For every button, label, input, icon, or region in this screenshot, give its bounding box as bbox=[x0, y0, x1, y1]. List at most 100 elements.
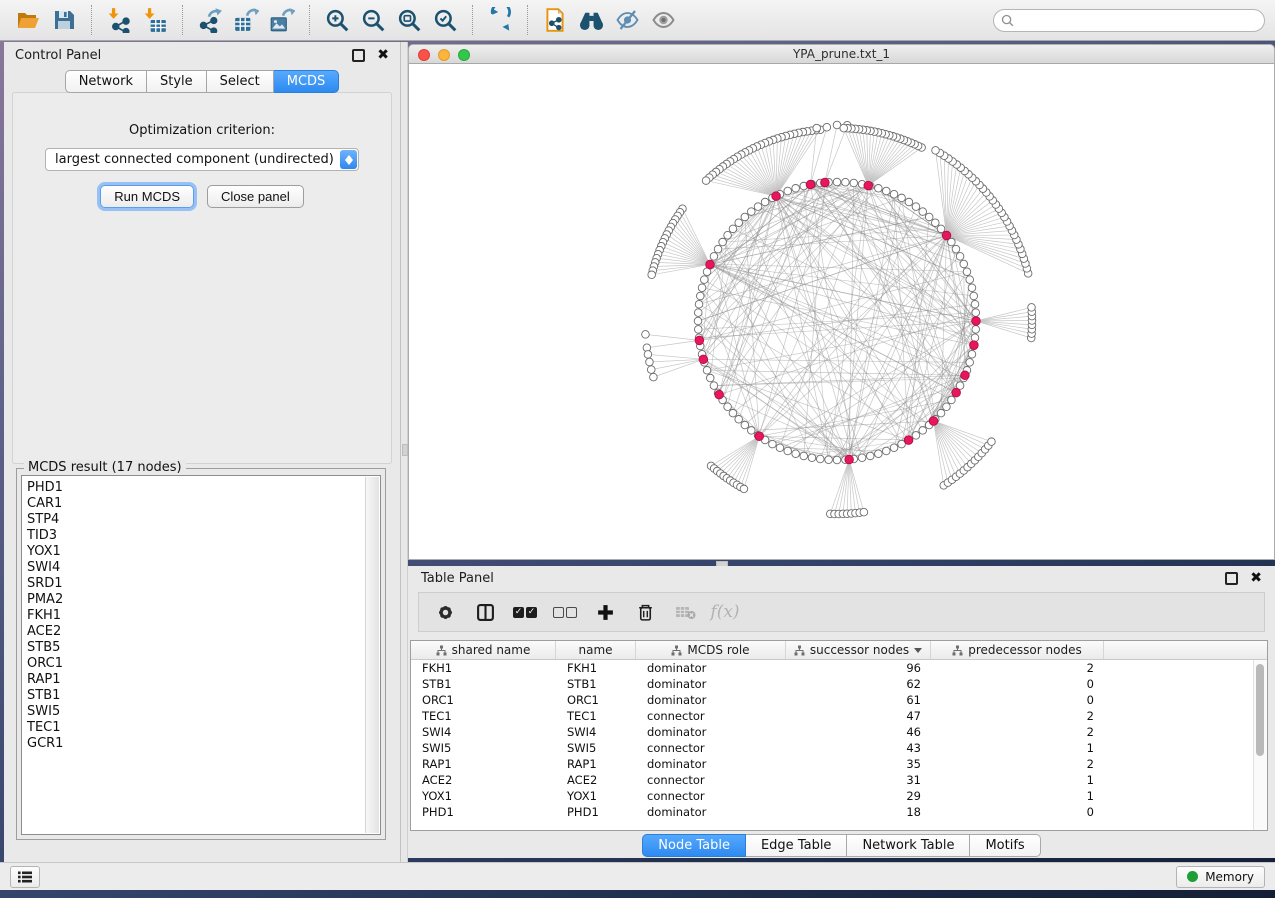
mcds-result-item[interactable]: GCR1 bbox=[27, 736, 380, 752]
table-row[interactable]: STB1STB1dominator620 bbox=[411, 676, 1267, 692]
table-row[interactable]: FKH1FKH1dominator962 bbox=[411, 660, 1267, 676]
mcds-result-item[interactable]: RAP1 bbox=[27, 672, 380, 688]
table-settings-button[interactable] bbox=[425, 596, 465, 628]
table-row[interactable]: PHD1PHD1dominator180 bbox=[411, 804, 1267, 820]
close-panel-button[interactable]: Close panel bbox=[207, 185, 304, 208]
refresh-icon bbox=[487, 7, 513, 33]
table-row[interactable]: YOX1YOX1connector291 bbox=[411, 788, 1267, 804]
create-column-button[interactable] bbox=[585, 596, 625, 628]
table-cell: dominator bbox=[636, 757, 786, 771]
table-cell: TEC1 bbox=[556, 709, 636, 723]
table-row[interactable]: ORC1ORC1dominator610 bbox=[411, 692, 1267, 708]
column-header-successor-nodes[interactable]: successor nodes bbox=[786, 641, 931, 659]
table-cell: SWI5 bbox=[556, 741, 636, 755]
network-from-document-button[interactable] bbox=[537, 4, 573, 36]
mcds-result-item[interactable]: SWI5 bbox=[27, 704, 380, 720]
table-cell: 47 bbox=[786, 709, 931, 723]
table-cell: dominator bbox=[636, 693, 786, 707]
search-input[interactable] bbox=[1019, 12, 1257, 28]
control-panel-title: Control Panel bbox=[15, 48, 101, 63]
save-session-button[interactable] bbox=[46, 4, 82, 36]
table-scrollbar-thumb[interactable] bbox=[1256, 664, 1264, 756]
hide-selection-button[interactable] bbox=[609, 4, 645, 36]
close-panel-icon[interactable]: ✖ bbox=[1250, 573, 1262, 583]
table-row[interactable]: SWI4SWI4dominator462 bbox=[411, 724, 1267, 740]
mcds-result-item[interactable]: FKH1 bbox=[27, 608, 380, 624]
close-panel-icon[interactable]: ✖ bbox=[377, 50, 389, 60]
zoom-fit-button[interactable] bbox=[391, 4, 427, 36]
table-row[interactable]: ACE2ACE2connector311 bbox=[411, 772, 1267, 788]
mcds-result-item[interactable]: TEC1 bbox=[27, 720, 380, 736]
tab-motifs[interactable]: Motifs bbox=[970, 834, 1040, 857]
tab-network[interactable]: Network bbox=[65, 70, 147, 93]
memory-button[interactable]: Memory bbox=[1176, 866, 1265, 888]
window-zoom-light[interactable] bbox=[458, 49, 470, 61]
column-header-shared-name[interactable]: shared name bbox=[411, 641, 556, 659]
open-file-button[interactable] bbox=[10, 4, 46, 36]
table-panel-header: Table Panel ✖ bbox=[408, 566, 1275, 590]
delete-column-button[interactable] bbox=[625, 596, 665, 628]
window-close-light[interactable] bbox=[418, 49, 430, 61]
mcds-list-scrollbar[interactable] bbox=[365, 477, 379, 833]
mcds-result-item[interactable]: CAR1 bbox=[27, 496, 380, 512]
mcds-result-item[interactable]: STP4 bbox=[27, 512, 380, 528]
show-task-history-button[interactable] bbox=[10, 866, 40, 888]
mcds-result-item[interactable]: ACE2 bbox=[27, 624, 380, 640]
column-header-MCDS-role[interactable]: MCDS role bbox=[636, 641, 786, 659]
vertical-split-divider[interactable] bbox=[401, 42, 408, 862]
export-network-button[interactable] bbox=[192, 4, 228, 36]
zoom-in-button[interactable] bbox=[319, 4, 355, 36]
tab-network-table[interactable]: Network Table bbox=[847, 834, 970, 857]
mcds-result-title: MCDS result (17 nodes) bbox=[24, 460, 186, 475]
mcds-result-item[interactable]: PHD1 bbox=[27, 480, 380, 496]
mcds-result-item[interactable]: YOX1 bbox=[27, 544, 380, 560]
column-header-predecessor-nodes[interactable]: predecessor nodes bbox=[931, 641, 1104, 659]
mcds-result-item[interactable]: PMA2 bbox=[27, 592, 380, 608]
export-table-button[interactable] bbox=[228, 4, 264, 36]
table-cell: ACE2 bbox=[411, 773, 556, 787]
mcds-result-item[interactable]: STB5 bbox=[27, 640, 380, 656]
show-column-button[interactable] bbox=[465, 596, 505, 628]
window-minimize-light[interactable] bbox=[438, 49, 450, 61]
select-all-columns-button[interactable]: ✓✓ bbox=[505, 596, 545, 628]
mcds-result-item[interactable]: SRD1 bbox=[27, 576, 380, 592]
import-network-button[interactable] bbox=[101, 4, 137, 36]
table-row[interactable]: TEC1TEC1connector472 bbox=[411, 708, 1267, 724]
network-graph[interactable] bbox=[409, 64, 1275, 558]
table-cell: RAP1 bbox=[556, 757, 636, 771]
table-cell: SWI4 bbox=[411, 725, 556, 739]
mcds-result-item[interactable]: STB1 bbox=[27, 688, 380, 704]
tab-mcds[interactable]: MCDS bbox=[274, 70, 340, 93]
optimization-criterion-select[interactable]: largest connected component (undirected) bbox=[45, 148, 359, 171]
table-scrollbar[interactable] bbox=[1253, 660, 1267, 830]
table-panel: Table Panel ✖ bbox=[408, 566, 1275, 858]
save-floppy-icon bbox=[52, 8, 76, 32]
tab-style[interactable]: Style bbox=[147, 70, 207, 93]
float-panel-icon[interactable] bbox=[1225, 572, 1238, 585]
export-image-button[interactable] bbox=[264, 4, 300, 36]
show-all-button[interactable] bbox=[645, 4, 681, 36]
table-row[interactable]: RAP1RAP1dominator352 bbox=[411, 756, 1267, 772]
network-canvas[interactable] bbox=[408, 64, 1275, 560]
toolbar-separator bbox=[91, 5, 92, 35]
mcds-result-item[interactable]: TID3 bbox=[27, 528, 380, 544]
memory-label: Memory bbox=[1205, 870, 1254, 884]
unselect-all-columns-button[interactable] bbox=[545, 596, 585, 628]
table-row[interactable]: SWI5SWI5connector431 bbox=[411, 740, 1267, 756]
tab-select[interactable]: Select bbox=[207, 70, 274, 93]
refresh-view-button[interactable] bbox=[482, 4, 518, 36]
network-window-titlebar[interactable]: YPA_prune.txt_1 bbox=[408, 44, 1275, 64]
search-binoculars-button[interactable] bbox=[573, 4, 609, 36]
mcds-result-item[interactable]: ORC1 bbox=[27, 656, 380, 672]
tab-edge-table[interactable]: Edge Table bbox=[746, 834, 847, 857]
import-table-button[interactable] bbox=[137, 4, 173, 36]
float-panel-icon[interactable] bbox=[352, 49, 365, 62]
search-field[interactable] bbox=[993, 9, 1265, 32]
zoom-out-button[interactable] bbox=[355, 4, 391, 36]
tab-node-table[interactable]: Node Table bbox=[642, 834, 746, 857]
run-mcds-button[interactable]: Run MCDS bbox=[100, 185, 194, 208]
zoom-selected-button[interactable] bbox=[427, 4, 463, 36]
table-cell: PHD1 bbox=[556, 805, 636, 819]
mcds-result-item[interactable]: SWI4 bbox=[27, 560, 380, 576]
column-header-name[interactable]: name bbox=[556, 641, 636, 659]
